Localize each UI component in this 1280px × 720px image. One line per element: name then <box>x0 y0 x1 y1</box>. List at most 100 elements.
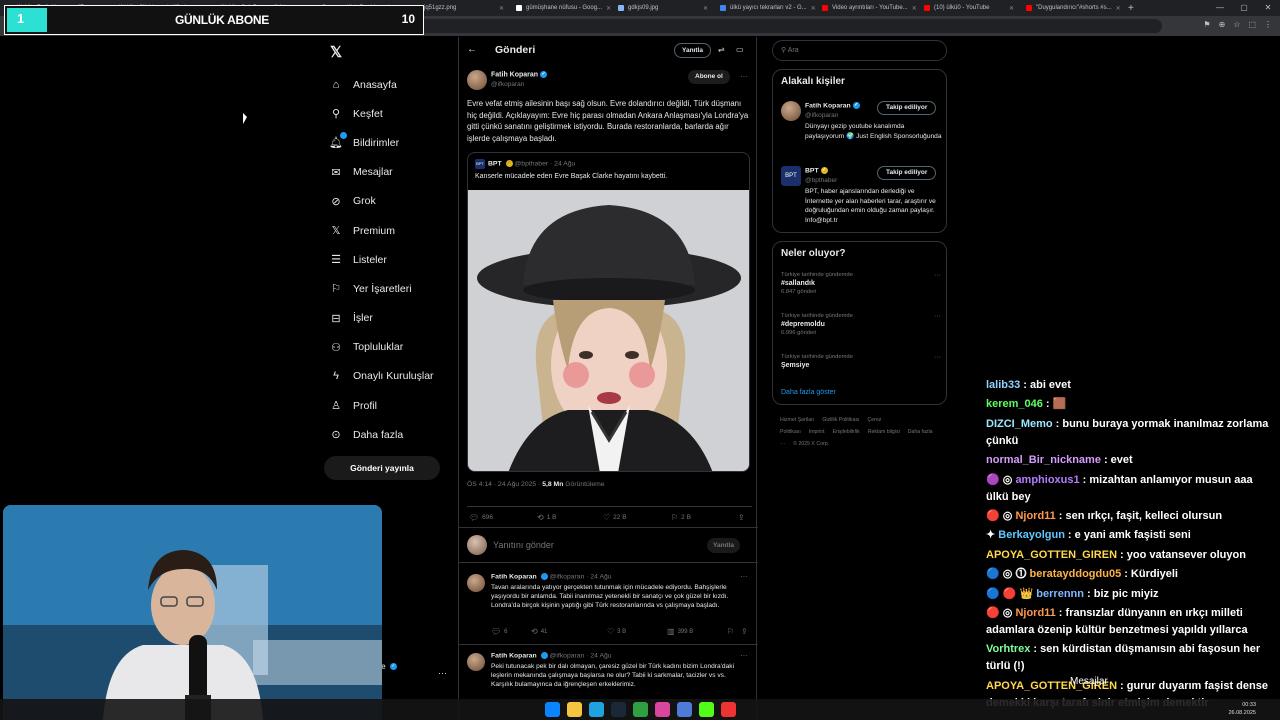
browser-tab[interactable]: ülkü yayıcı tekrarları v2 - G... ✕ <box>714 0 816 16</box>
repost-action[interactable]: ⟲ 41 <box>531 627 547 636</box>
views-action[interactable]: ▥ 399 B <box>667 627 693 636</box>
translate-icon[interactable]: ⚑ <box>1203 20 1210 29</box>
footer-link[interactable]: Imprint <box>809 429 825 435</box>
nav-item-communities[interactable]: ⚇ Topluluklar <box>330 333 460 362</box>
more-icon[interactable]: ··· <box>740 572 748 581</box>
trend-item[interactable]: Türkiye tarihinde gündemde #depremoldu 6… <box>781 313 941 336</box>
reply-item[interactable]: Fatih Koparan ✓ @ifkoparan · 24 Ağu ··· … <box>459 569 758 645</box>
chat-username[interactable]: kerem_046 <box>986 398 1043 410</box>
trend-item[interactable]: Türkiye tarihinde gündemde #sallandık 6.… <box>781 272 941 295</box>
bookmark-action[interactable]: ⚐ <box>727 627 734 636</box>
nav-item-briefcase[interactable]: ⊟ İşler <box>330 304 460 333</box>
tab-close-icon[interactable]: ✕ <box>912 5 917 12</box>
reply-avatar[interactable] <box>467 574 485 592</box>
filter-icon[interactable]: ⇌ <box>718 45 725 54</box>
chat-username[interactable]: DIZCI_Memo <box>986 418 1053 430</box>
quoted-photo[interactable] <box>468 190 749 471</box>
trend-item[interactable]: Türkiye tarihinde gündemde Şemsiye ··· <box>781 354 941 369</box>
share-action[interactable]: ⇪ <box>738 513 745 522</box>
like-action[interactable]: ♡ 22 B <box>603 513 627 522</box>
steam-icon[interactable] <box>611 702 626 717</box>
repost-action[interactable]: ⟲ 1 B <box>537 513 556 522</box>
back-arrow-icon[interactable]: ← <box>467 44 477 55</box>
like-action[interactable]: ♡ 3 B <box>607 627 626 636</box>
person-avatar[interactable] <box>781 101 801 121</box>
app-icon[interactable] <box>677 702 692 717</box>
app-icon[interactable] <box>633 702 648 717</box>
quoted-post[interactable]: BPT BPT ✓ @bpthaber · 24 Ağu Kanserle mü… <box>467 152 750 472</box>
more-icon[interactable]: ··· <box>934 313 941 320</box>
app-icon[interactable] <box>699 702 714 717</box>
footer-link[interactable]: Gizlilik Politikası <box>822 417 859 423</box>
tab-close-icon[interactable]: ✕ <box>499 5 504 12</box>
author-handle[interactable]: @ifkoparan <box>491 81 524 88</box>
footer-link[interactable]: © 2025 X Corp. <box>793 441 829 447</box>
nav-item-search[interactable]: ⚲ Keşfet <box>330 99 460 128</box>
account-more-icon[interactable]: ··· <box>438 668 447 678</box>
browser-tab[interactable]: gümüşhane nüfusu - Goog... ✕ <box>510 0 612 16</box>
system-clock[interactable]: 00:33 26.08.2025 <box>1228 701 1256 717</box>
header-reply-button[interactable]: Yanıtla <box>674 43 711 58</box>
nav-item-mail[interactable]: ✉ Mesajlar <box>330 158 460 187</box>
nav-item-home[interactable]: ⌂ Anasayfa <box>330 70 460 99</box>
share-action[interactable]: ⇪ <box>741 627 748 636</box>
browser-tab[interactable]: gdkjs09.jpg ✕ <box>612 0 714 16</box>
subscribe-button[interactable]: Abone ol <box>688 70 730 84</box>
more-icon[interactable]: ··· <box>740 651 748 660</box>
chat-username[interactable]: amphioxus1 <box>1015 474 1079 486</box>
chat-username[interactable]: beratayddogdu05 <box>1030 568 1122 580</box>
chat-username[interactable]: normal_Bir_nickname <box>986 454 1101 466</box>
reply-submit-button[interactable]: Yanıtla <box>707 538 740 553</box>
x-logo-icon[interactable]: 𝕏 <box>330 43 342 61</box>
zoom-icon[interactable]: ⊕ <box>1219 20 1226 29</box>
nav-item-more-circle[interactable]: ⊙ Daha fazla <box>330 420 460 449</box>
bookmark-action[interactable]: ⚐ 2 B <box>671 513 691 522</box>
footer-link[interactable]: Erişilebilirlik <box>833 429 860 435</box>
author-name[interactable]: Fatih Koparan ✓ <box>491 71 548 78</box>
search-input[interactable]: ⚲ Ara <box>772 40 947 61</box>
chat-username[interactable]: Njord11 <box>1015 607 1055 619</box>
app-icon[interactable] <box>655 702 670 717</box>
footer-link[interactable]: Hizmet Şartları <box>780 417 814 423</box>
chat-username[interactable]: Vorhtrex <box>986 643 1030 655</box>
post-button[interactable]: Gönderi yayınla <box>324 456 440 480</box>
nav-item-grok[interactable]: ⊘ Grok <box>330 187 460 216</box>
following-button[interactable]: Takip ediliyor <box>877 166 937 180</box>
person-item[interactable]: BPT BPT ✓ @bpthaber BPT, haber ajansların… <box>781 166 941 230</box>
more-icon[interactable]: ··· <box>740 72 748 81</box>
chat-username[interactable]: Njord11 <box>1015 510 1055 522</box>
author-avatar[interactable] <box>467 70 487 90</box>
extensions-icon[interactable]: ⬚ <box>1248 20 1256 29</box>
following-button[interactable]: Takip ediliyor <box>877 101 937 115</box>
minimize-icon[interactable]: — <box>1208 0 1232 16</box>
reply-avatar[interactable] <box>467 653 485 671</box>
more-icon[interactable]: ··· <box>934 354 941 361</box>
chat-username[interactable]: berrennn <box>1036 588 1084 600</box>
browser-tab[interactable]: "Duygulandırıcı"#shorts #s... ✕ <box>1020 0 1122 16</box>
tab-close-icon[interactable]: ✕ <box>606 5 611 12</box>
nav-item-list[interactable]: ☰ Listeler <box>330 245 460 274</box>
star-icon[interactable]: ☆ <box>1233 20 1240 29</box>
person-avatar[interactable]: BPT <box>781 166 801 186</box>
app-icon[interactable] <box>721 702 736 717</box>
browser-tab[interactable]: Video ayrıntıları - YouTube... ✕ <box>816 0 918 16</box>
reply-action[interactable]: 💬︎ 696 <box>469 513 493 522</box>
edge-icon[interactable] <box>589 702 604 717</box>
more-icon[interactable]: ··· <box>934 272 941 279</box>
menu-icon[interactable]: ⋮ <box>1264 20 1272 29</box>
reply-action[interactable]: 💬︎ 6 <box>491 627 508 636</box>
nav-item-bookmark[interactable]: ⚐ Yer İşaretleri <box>330 274 460 303</box>
chat-username[interactable]: lalib33 <box>986 379 1020 391</box>
tab-close-icon[interactable]: ✕ <box>1009 5 1014 12</box>
new-tab-icon[interactable]: + <box>1122 3 1140 14</box>
maximize-icon[interactable]: ▢ <box>1232 0 1256 16</box>
person-name[interactable]: BPT ✓ <box>805 167 828 174</box>
nav-item-x-premium[interactable]: 𝕏 Premium <box>330 216 460 245</box>
chat-username[interactable]: Berkayolgun <box>998 529 1065 541</box>
nav-item-bell[interactable]: 🔔︎ Bildirimler <box>329 128 460 157</box>
person-name[interactable]: Fatih Koparan ✓ <box>805 102 860 109</box>
show-more-link[interactable]: Daha fazla göster <box>781 389 836 396</box>
start-icon[interactable] <box>545 702 560 717</box>
person-item[interactable]: Fatih Koparan ✓ @ifkoparan Dünyayı gezip … <box>781 101 942 161</box>
footer-link[interactable]: Reklam bilgisi <box>868 429 900 435</box>
